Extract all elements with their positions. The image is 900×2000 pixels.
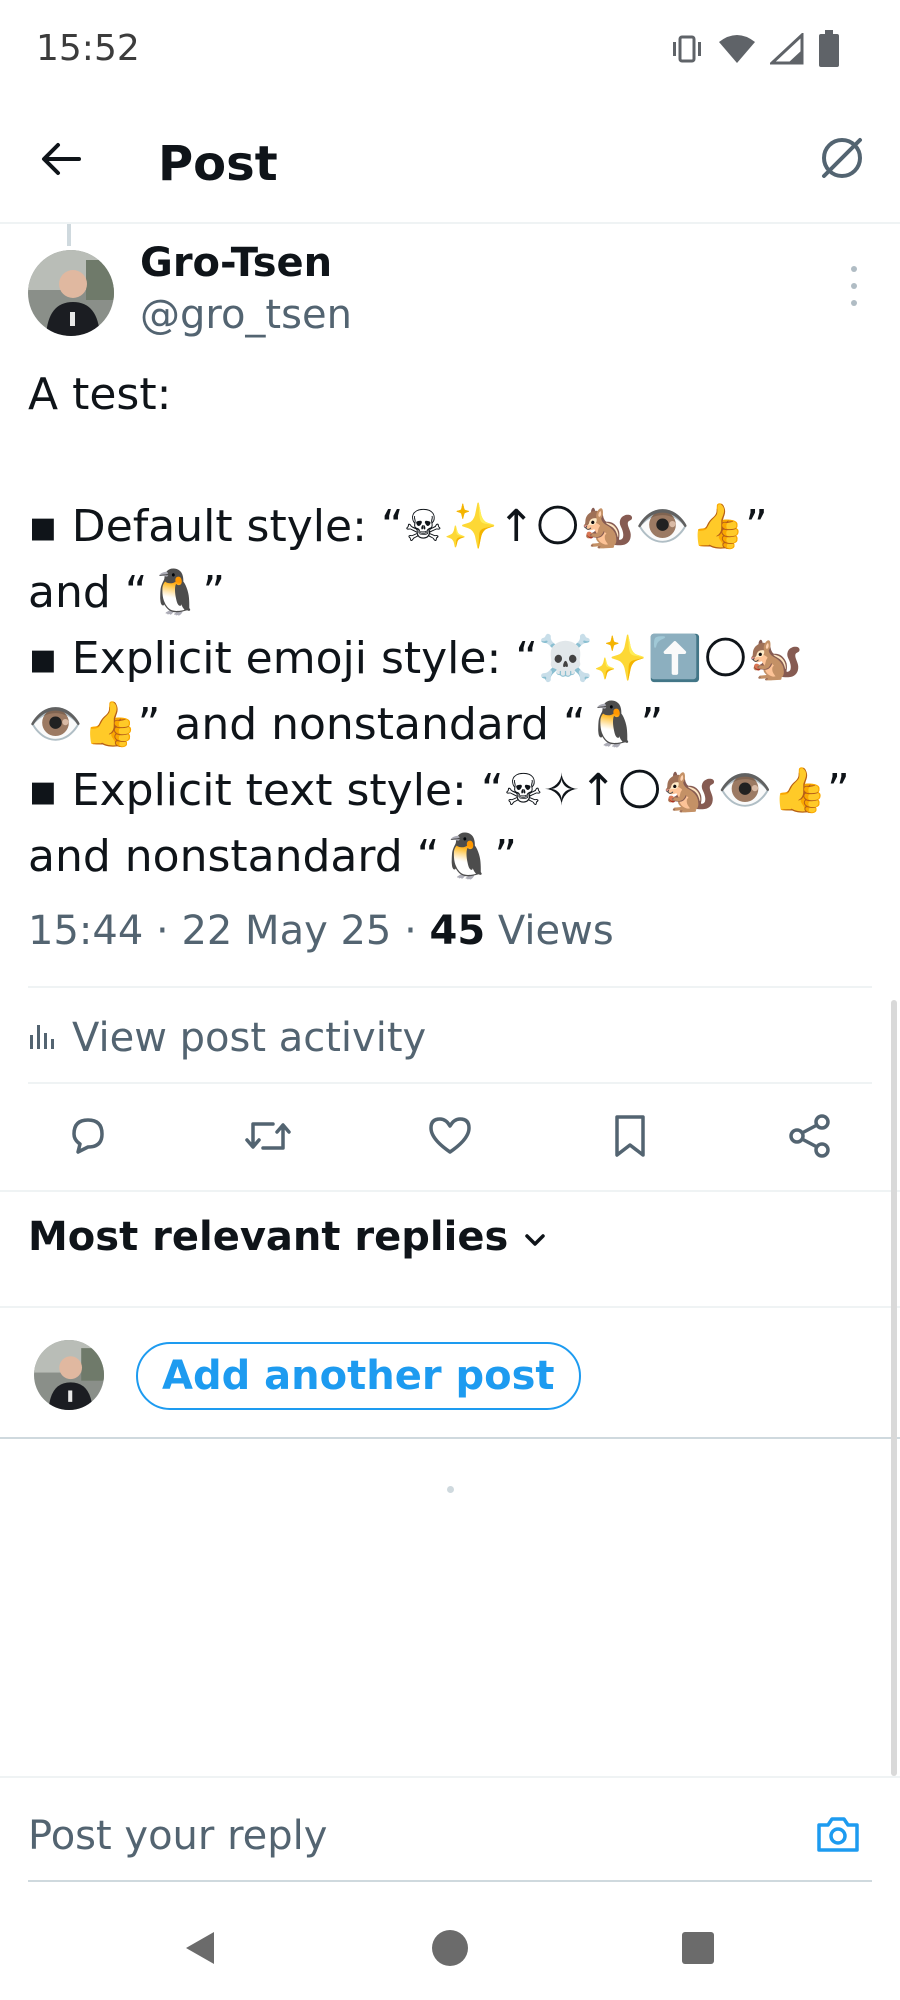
camera-button[interactable]: [810, 1808, 866, 1864]
bar-chart-icon: [28, 1015, 58, 1061]
replies-sort-dropdown[interactable]: Most relevant replies: [28, 1214, 548, 1260]
author-name[interactable]: Gro-Tsen: [140, 240, 332, 286]
post-line: [28, 428, 878, 494]
reply-icon: [66, 1114, 110, 1162]
post-line: ▪ Explicit emoji style: “☠️✨⬆️🌕🐿️: [28, 633, 804, 684]
battery-icon: [818, 30, 840, 72]
repost-button[interactable]: [238, 1108, 298, 1168]
camera-icon: [815, 1813, 861, 1859]
arrow-left-icon: [41, 141, 81, 181]
replies-sort-label: Most relevant replies: [28, 1214, 509, 1260]
divider: [28, 1082, 872, 1084]
divider: [0, 1190, 900, 1192]
author-handle[interactable]: @gro_tsen: [140, 292, 352, 338]
like-icon: [427, 1114, 473, 1162]
back-triangle-icon: [180, 1928, 220, 1972]
nav-recents-button[interactable]: [668, 1920, 728, 1980]
meta-separator: ·: [404, 908, 417, 954]
home-circle-icon: [430, 1928, 470, 1972]
nav-home-button[interactable]: [420, 1920, 480, 1980]
bookmark-icon: [610, 1113, 650, 1163]
view-activity-label: View post activity: [72, 1015, 427, 1061]
post-time[interactable]: 15:44: [28, 908, 143, 954]
divider: [0, 1776, 900, 1778]
action-bar: [0, 1108, 900, 1168]
header-divider: [0, 222, 900, 224]
divider: [0, 1437, 900, 1439]
reply-button[interactable]: [58, 1108, 118, 1168]
divider: [28, 1880, 872, 1882]
back-button[interactable]: [36, 136, 86, 186]
signal-icon: [768, 31, 804, 69]
divider: [28, 986, 872, 988]
like-button[interactable]: [420, 1108, 480, 1168]
post-line: 👁️👍” and nonstandard “🐧”: [28, 699, 664, 750]
wifi-icon: [718, 33, 756, 69]
spam-filter-icon: [818, 134, 866, 186]
thread-line: [67, 224, 71, 246]
status-icons: [670, 30, 840, 72]
share-icon: [787, 1113, 833, 1163]
views-count[interactable]: 45: [430, 908, 486, 954]
post-line: ▪ Explicit text style: “☠︎✧↑🌕🐿️👁️👍”: [28, 765, 850, 816]
avatar[interactable]: [34, 1340, 104, 1410]
chevron-down-icon: [522, 1214, 548, 1260]
more-options-icon[interactable]: [844, 266, 864, 306]
view-activity-button[interactable]: View post activity: [28, 1008, 426, 1068]
post-text: A test: ▪ Default style: “☠︎✨↑🌕🐿️👁️👍” an…: [28, 362, 878, 890]
page-title: Post: [158, 136, 278, 192]
post-line: and “🐧”: [28, 567, 226, 618]
recents-square-icon: [680, 1930, 716, 1970]
status-time: 15:52: [36, 28, 140, 69]
post-line: and nonstandard “🐧”: [28, 831, 517, 882]
views-label[interactable]: Views: [498, 908, 614, 954]
repost-icon: [243, 1114, 293, 1162]
nav-back-button[interactable]: [170, 1920, 230, 1980]
post-meta: 15:44 · 22 May 25 · 45 Views: [28, 908, 614, 954]
spam-filter-button[interactable]: [814, 132, 870, 188]
scrollbar[interactable]: [891, 1000, 897, 1776]
share-button[interactable]: [780, 1108, 840, 1168]
post-date[interactable]: 22 May 25: [181, 908, 391, 954]
divider: [0, 1306, 900, 1308]
avatar[interactable]: [28, 250, 114, 336]
meta-separator: ·: [156, 908, 169, 954]
post-line: ▪ Default style: “☠︎✨↑🌕🐿️👁️👍”: [28, 501, 768, 552]
vibrate-icon: [670, 34, 704, 68]
reply-input[interactable]: [28, 1806, 788, 1866]
post-line: A test:: [28, 369, 172, 420]
bookmark-button[interactable]: [600, 1108, 660, 1168]
add-another-post-button[interactable]: Add another post: [136, 1342, 581, 1410]
loading-indicator: [447, 1486, 454, 1493]
